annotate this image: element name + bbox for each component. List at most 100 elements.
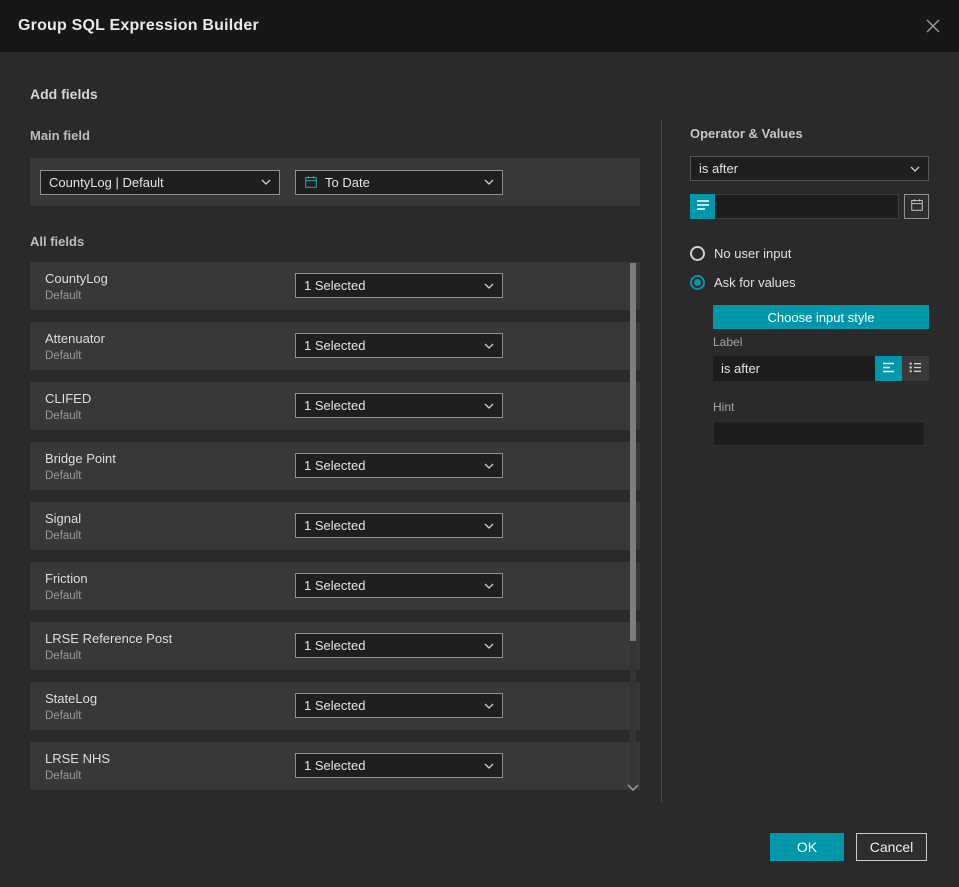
field-row: StateLog Default 1 Selected [30, 682, 640, 730]
ok-button[interactable]: OK [770, 833, 844, 861]
chevron-down-icon [484, 283, 494, 289]
main-field-select[interactable]: CountyLog | Default [40, 169, 280, 195]
field-name: CountyLog [45, 270, 108, 286]
list-icon [696, 199, 710, 214]
field-values-select[interactable]: 1 Selected [295, 393, 503, 418]
chevron-down-icon [484, 343, 494, 349]
vertical-divider [661, 120, 662, 802]
chevron-down-icon [484, 403, 494, 409]
radio-label: Ask for values [714, 274, 796, 290]
cancel-button[interactable]: Cancel [856, 833, 927, 861]
calendar-icon [304, 175, 318, 189]
field-info: StateLog Default [45, 691, 97, 722]
field-info: Bridge Point Default [45, 451, 116, 482]
operator-values-panel: Operator & Values is after No user input… [690, 126, 929, 446]
date-field-select[interactable]: To Date [295, 169, 503, 195]
field-values-select[interactable]: 1 Selected [295, 753, 503, 778]
chevron-down-icon [484, 583, 494, 589]
field-name: Bridge Point [45, 450, 116, 466]
chevron-down-icon [484, 463, 494, 469]
label-input[interactable] [713, 356, 875, 381]
label-field-label: Label [713, 335, 743, 349]
operator-select[interactable]: is after [690, 156, 929, 181]
list-style-button[interactable] [902, 356, 929, 381]
dialog-header: Group SQL Expression Builder [0, 0, 959, 52]
scrollbar[interactable] [630, 263, 636, 785]
single-line-style-button[interactable] [875, 356, 902, 381]
choose-input-style-button[interactable]: Choose input style [713, 305, 929, 329]
field-values-select[interactable]: 1 Selected [295, 633, 503, 658]
field-name: LRSE NHS [45, 750, 111, 766]
field-name: Friction [45, 570, 88, 586]
field-subtitle: Default [45, 649, 82, 662]
field-subtitle: Default [45, 769, 82, 782]
field-name: Signal [45, 510, 82, 526]
field-subtitle: Default [45, 589, 82, 602]
operator-values-heading: Operator & Values [690, 126, 803, 141]
field-info: CountyLog Default [45, 271, 108, 302]
field-subtitle: Default [45, 529, 82, 542]
radio-label: No user input [714, 245, 792, 261]
radio-ask-for-values[interactable]: Ask for values [690, 272, 929, 292]
chevron-down-icon [484, 179, 494, 185]
value-entry-row [690, 194, 929, 219]
calendar-button[interactable] [904, 194, 929, 219]
field-name: CLIFED [45, 390, 92, 406]
value-type-button[interactable] [690, 194, 715, 219]
all-fields-label: All fields [30, 234, 85, 249]
chevron-down-icon [261, 179, 271, 185]
field-row: CountyLog Default 1 Selected [30, 262, 640, 310]
field-subtitle: Default [45, 709, 82, 722]
hint-field-label: Hint [713, 400, 735, 414]
main-field-label: Main field [30, 128, 90, 143]
main-field-panel: CountyLog | Default To Date [30, 158, 640, 206]
radio-selected-icon [690, 274, 705, 290]
field-info: Attenuator Default [45, 331, 105, 362]
field-values-select[interactable]: 1 Selected [295, 453, 503, 478]
hint-input[interactable] [713, 421, 925, 446]
radio-unselected-icon [690, 245, 705, 261]
field-subtitle: Default [45, 349, 82, 362]
field-values-select[interactable]: 1 Selected [295, 513, 503, 538]
dialog-title: Group SQL Expression Builder [18, 17, 259, 34]
scrollbar-thumb[interactable] [630, 263, 636, 641]
field-info: CLIFED Default [45, 391, 91, 422]
selected-count: 1 Selected [304, 398, 366, 413]
selected-count: 1 Selected [304, 698, 366, 713]
radio-no-user-input[interactable]: No user input [690, 243, 929, 263]
field-row: Attenuator Default 1 Selected [30, 322, 640, 370]
close-icon[interactable] [925, 18, 941, 34]
field-values-select[interactable]: 1 Selected [295, 273, 503, 298]
operator-select-value: is after [699, 161, 739, 176]
field-subtitle: Default [45, 469, 82, 482]
field-name: StateLog [45, 690, 98, 706]
field-row: Signal Default 1 Selected [30, 502, 640, 550]
field-row: LRSE NHS Default 1 Selected [30, 742, 640, 790]
selected-count: 1 Selected [304, 638, 366, 653]
field-info: LRSE NHS Default [45, 751, 110, 782]
chevron-down-icon [484, 703, 494, 709]
field-row: LRSE Reference Post Default 1 Selected [30, 622, 640, 670]
field-values-select[interactable]: 1 Selected [295, 333, 503, 358]
selected-count: 1 Selected [304, 758, 366, 773]
selected-count: 1 Selected [304, 458, 366, 473]
calendar-icon [910, 198, 924, 215]
label-entry-row [713, 356, 929, 381]
field-row: Friction Default 1 Selected [30, 562, 640, 610]
selected-count: 1 Selected [304, 338, 366, 353]
align-left-icon [882, 361, 895, 376]
date-select-content: To Date [304, 175, 370, 190]
value-input[interactable] [715, 194, 899, 219]
field-subtitle: Default [45, 409, 82, 422]
field-values-select[interactable]: 1 Selected [295, 693, 503, 718]
field-name: LRSE Reference Post [45, 630, 173, 646]
field-values-select[interactable]: 1 Selected [295, 573, 503, 598]
scroll-down-icon[interactable] [627, 784, 639, 792]
bulleted-list-icon [909, 361, 922, 376]
field-row: CLIFED Default 1 Selected [30, 382, 640, 430]
chevron-down-icon [910, 166, 920, 172]
all-fields-list: CountyLog Default 1 Selected Attenuator … [30, 262, 640, 802]
field-subtitle: Default [45, 289, 82, 302]
selected-count: 1 Selected [304, 278, 366, 293]
chevron-down-icon [484, 643, 494, 649]
